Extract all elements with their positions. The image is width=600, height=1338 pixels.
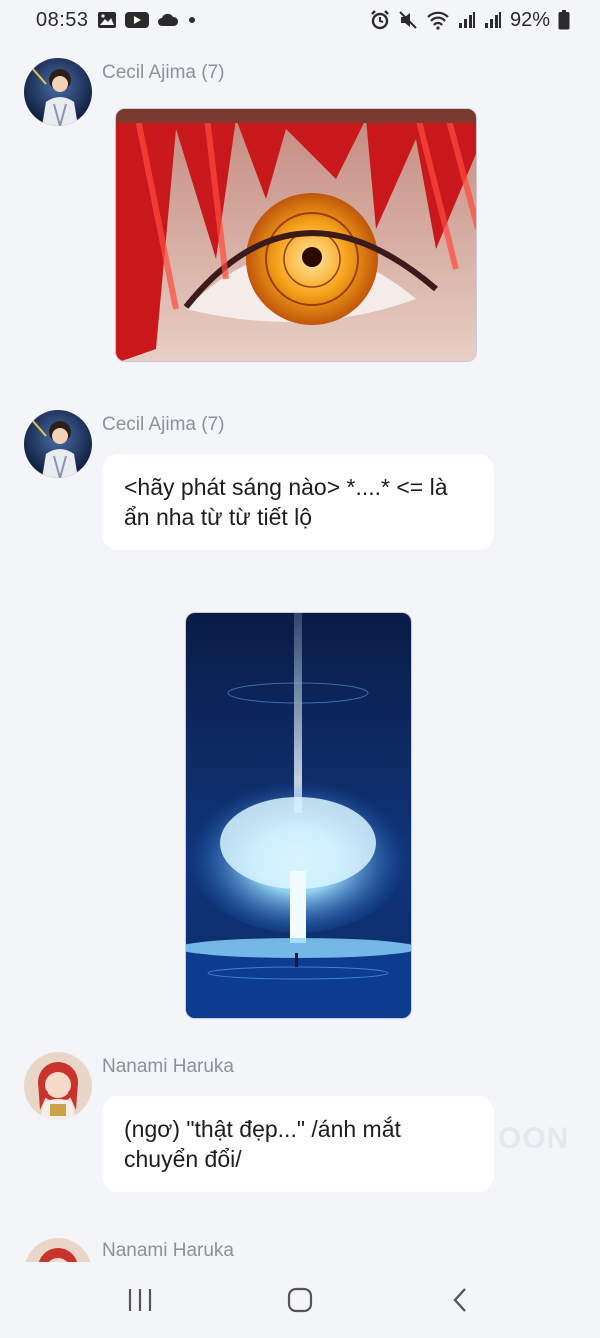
avatar-nanami[interactable] bbox=[24, 1052, 92, 1120]
message-item: Nanami Haruka bbox=[0, 1238, 600, 1262]
message-bubble[interactable]: <hãy phát sáng nào> *....* <= là ẩn nha … bbox=[102, 454, 494, 550]
sender-name: Cecil Ajima (7) bbox=[102, 414, 225, 435]
signal-icon bbox=[484, 10, 502, 30]
status-bar: 08:53 92% bbox=[0, 0, 600, 40]
avatar-nanami[interactable] bbox=[24, 1238, 92, 1262]
back-icon[interactable] bbox=[430, 1270, 490, 1330]
navigation-bar bbox=[0, 1262, 600, 1338]
message-item: Cecil Ajima (7) <hãy phát sáng nào> *...… bbox=[0, 410, 600, 550]
chat-image-tree[interactable] bbox=[185, 612, 412, 1019]
sender-name: Nanami Haruka bbox=[102, 1240, 234, 1261]
alarm-icon bbox=[370, 10, 390, 30]
avatar-cecil[interactable] bbox=[24, 410, 92, 478]
recent-apps-icon[interactable] bbox=[110, 1270, 170, 1330]
battery-percent: 92% bbox=[509, 8, 550, 31]
home-icon[interactable] bbox=[270, 1270, 330, 1330]
battery-icon bbox=[558, 10, 570, 30]
sender-name: Cecil Ajima (7) bbox=[102, 62, 225, 83]
dot-icon bbox=[187, 10, 197, 30]
signal-icon bbox=[458, 10, 476, 30]
mute-icon bbox=[398, 10, 418, 30]
wifi-icon bbox=[426, 10, 450, 30]
cloud-icon bbox=[157, 10, 179, 30]
sender-name: Nanami Haruka bbox=[102, 1056, 234, 1077]
watermark: OON bbox=[498, 1122, 570, 1155]
chat-image-eye[interactable] bbox=[115, 108, 477, 362]
status-time: 08:53 bbox=[36, 8, 89, 31]
gallery-icon bbox=[97, 10, 117, 30]
message-bubble[interactable]: (ngơ) "thật đẹp..." /ánh mắt chuyển đổi/ bbox=[102, 1096, 494, 1192]
message-item: Cecil Ajima (7) bbox=[0, 58, 600, 368]
youtube-icon bbox=[124, 10, 149, 30]
avatar-cecil[interactable] bbox=[24, 58, 92, 126]
